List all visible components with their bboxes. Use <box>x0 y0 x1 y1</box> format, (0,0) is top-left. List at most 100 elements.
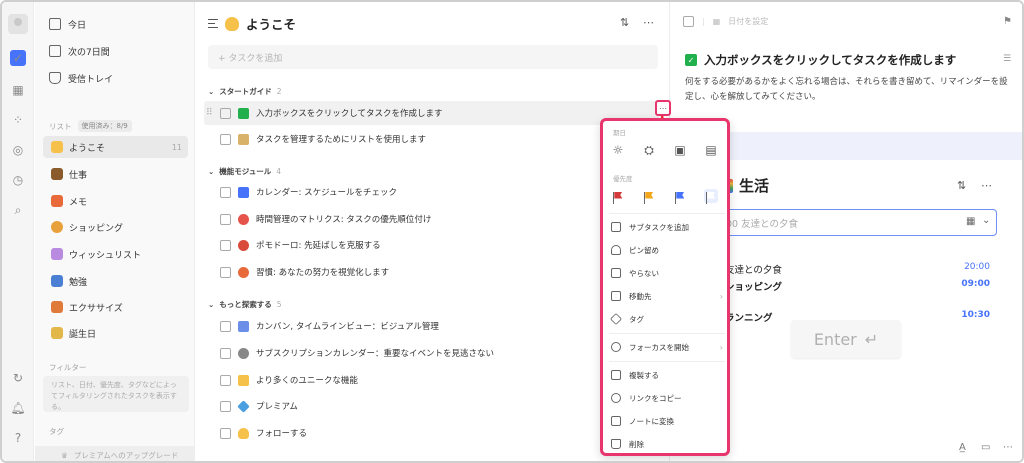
detail-title[interactable]: ✓ 入力ボックスをクリックしてタスクを作成します <box>685 52 956 68</box>
task-checkbox[interactable] <box>220 347 231 359</box>
sidebar-list-wishlist[interactable]: ウィッシュリスト <box>43 243 188 265</box>
detail-description[interactable]: 何をする必要があるかをよく忘れる場合は、それらを書き留めて、リマインダーを設定し… <box>685 75 1015 105</box>
task-row[interactable]: ⠿ 入力ボックスをクリックしてタスクを作成します <box>204 101 659 125</box>
task-checkbox[interactable] <box>220 133 231 145</box>
menu-toggle-icon[interactable] <box>208 19 218 28</box>
pomodoro-icon[interactable]: ◎ <box>10 142 26 158</box>
task-checkbox[interactable] <box>220 400 231 412</box>
upgrade-button[interactable]: ♛ プレミアムへのアップグレード <box>35 446 195 461</box>
task-checkbox[interactable] <box>220 186 231 198</box>
task-row[interactable]: 時間管理のマトリクス: タスクの優先順位付け <box>204 207 659 231</box>
menu-item-start-focus[interactable]: フォーカスを開始 › <box>611 337 723 357</box>
sidebar-list-exercise[interactable]: エクササイズ <box>43 296 188 318</box>
enter-key-illustration: Enter ↵ <box>791 320 901 358</box>
help-icon[interactable]: ? <box>10 430 26 446</box>
no-priority-flag-icon[interactable] <box>704 189 718 204</box>
task-checkbox[interactable] <box>220 320 231 332</box>
menu-item-pin[interactable]: ピン留め <box>611 240 723 260</box>
sidebar-item-today[interactable]: 今日 <box>49 13 86 35</box>
task-row[interactable]: カンバン, タイムラインビュー：ビジュアル管理 <box>204 314 659 338</box>
sort-icon[interactable]: ⇅ <box>957 179 966 192</box>
task-checkbox[interactable] <box>220 427 231 439</box>
avatar[interactable] <box>8 14 28 34</box>
sidebar-list-birthday[interactable]: 誕生日 <box>43 322 188 344</box>
task-checkbox[interactable] <box>220 213 231 225</box>
menu-item-convert-to-note[interactable]: ノートに変換 <box>611 411 723 431</box>
calendar-icon <box>238 186 249 198</box>
menu-item-add-subtask[interactable]: サブタスクを追加 <box>611 217 723 237</box>
priority-section-label: 優先度 <box>613 175 633 183</box>
list-item[interactable]: 友達との夕食 20:00 <box>725 262 990 276</box>
notification-bell-icon[interactable]: 🔔︎ <box>10 400 26 416</box>
calendar-icon[interactable]: ▦ <box>10 82 26 98</box>
task-checkbox[interactable] <box>220 107 231 119</box>
group-header[interactable]: ⌄ もっと探索する 5 <box>208 299 282 310</box>
text-format-icon[interactable]: ☰ <box>1003 54 1011 64</box>
embedded-task-input[interactable]: 00 友達との夕食 ▦ ⌄ <box>719 209 997 236</box>
sync-icon[interactable]: ↻ <box>10 370 26 386</box>
task-row[interactable]: カレンダー: スケジュールをチェック <box>204 180 659 204</box>
sun-today-icon[interactable]: ☼ <box>611 143 625 157</box>
group-header[interactable]: ⌄ 機能モジュール 4 <box>208 166 281 177</box>
sunrise-tomorrow-icon[interactable]: ⛭ <box>642 143 656 157</box>
detail-checkbox[interactable] <box>683 16 694 27</box>
tasks-checkbox-icon[interactable]: ✓ <box>10 50 26 66</box>
sort-icon[interactable]: ⇅ <box>620 16 629 29</box>
task-row[interactable]: 習慣: あなたの努力を視覚化します <box>204 260 659 284</box>
menu-item-move-to[interactable]: 移動先 › <box>611 286 723 306</box>
sidebar-list-memo[interactable]: メモ <box>43 190 188 212</box>
task-row[interactable]: フォローする <box>204 421 659 445</box>
task-row[interactable]: サブスクリプションカレンダー：重要なイベントを見逃さない <box>204 341 659 365</box>
menu-item-duplicate[interactable]: 複製する <box>611 365 723 385</box>
sidebar-list-welcome[interactable]: ようこそ 11 <box>43 136 188 158</box>
icon-rail: ✓ ▦ ⁘ ◎ ◷ ⌕ ↻ 🔔︎ ? <box>2 2 34 461</box>
sidebar-list-work[interactable]: 仕事 <box>43 163 188 185</box>
matrix-icon[interactable]: ⁘ <box>10 112 26 128</box>
drag-handle-icon[interactable]: ⠿ <box>206 108 213 118</box>
task-checkbox[interactable] <box>220 374 231 386</box>
alarm-clock-icon <box>238 266 249 278</box>
sidebar-item-next-7-days[interactable]: 次の7日間 <box>49 40 110 62</box>
due-date-field[interactable]: 日付を設定 <box>728 16 768 27</box>
tomato-icon <box>238 239 249 251</box>
menu-item-tag[interactable]: タグ <box>609 309 723 329</box>
comment-icon[interactable]: ▭ <box>981 442 990 453</box>
task-checkbox[interactable] <box>220 239 231 251</box>
menu-item-copy-link[interactable]: リンクをコピー <box>611 388 723 408</box>
low-priority-flag-icon[interactable] <box>673 189 687 204</box>
priority-flag-icon[interactable]: ⚑ <box>1003 16 1012 27</box>
detail-toolbar: | ▦ 日付を設定 <box>683 16 768 27</box>
task-row[interactable]: より多くのユニークな機能 <box>204 368 659 392</box>
add-task-input[interactable]: + タスクを追加 <box>208 45 658 69</box>
list-item[interactable]: ショッピング 09:00 <box>725 279 990 293</box>
duplicate-icon <box>611 370 621 380</box>
medium-priority-flag-icon[interactable] <box>642 189 656 204</box>
chevron-down-icon: ⌄ <box>208 167 215 176</box>
group-header[interactable]: ⌄ スタートガイド 2 <box>208 86 282 97</box>
week-calendar-icon <box>49 45 61 57</box>
more-options-icon[interactable]: ⋯ <box>1003 442 1013 453</box>
high-priority-flag-icon[interactable] <box>611 189 625 204</box>
search-icon[interactable]: ⌕ <box>10 202 26 218</box>
more-options-icon[interactable]: ⋯ <box>981 179 992 192</box>
chevron-down-icon: ⌄ <box>208 300 215 309</box>
task-row[interactable]: ポモドーロ: 先延ばしを克服する <box>204 233 659 257</box>
task-row[interactable]: タスクを管理するためにリストを使用します <box>204 127 659 151</box>
calendar-icon[interactable]: ▦ <box>966 216 975 227</box>
habit-clock-icon[interactable]: ◷ <box>10 172 26 188</box>
sidebar-list-shopping[interactable]: ショッピング <box>43 216 188 238</box>
sidebar-list-study[interactable]: 勉強 <box>43 270 188 292</box>
next-week-calendar-icon[interactable]: ▣ <box>673 143 687 157</box>
custom-date-calendar-icon[interactable]: ▤ <box>704 143 718 157</box>
menu-item-delete[interactable]: 削除 <box>611 434 723 454</box>
task-checkbox[interactable] <box>220 266 231 278</box>
text-style-icon[interactable]: A̲ <box>959 442 966 453</box>
pin-icon <box>611 245 621 255</box>
menu-item-wont-do[interactable]: やらない <box>611 263 723 283</box>
filters-section-label: フィルター <box>49 363 87 372</box>
sidebar-item-inbox[interactable]: 受信トレイ <box>49 67 113 89</box>
chevron-down-icon[interactable]: ⌄ <box>982 215 990 226</box>
more-options-icon[interactable]: ⋯ <box>643 16 654 29</box>
task-row[interactable]: プレミアム <box>204 394 659 418</box>
check-mark-icon <box>238 107 249 119</box>
